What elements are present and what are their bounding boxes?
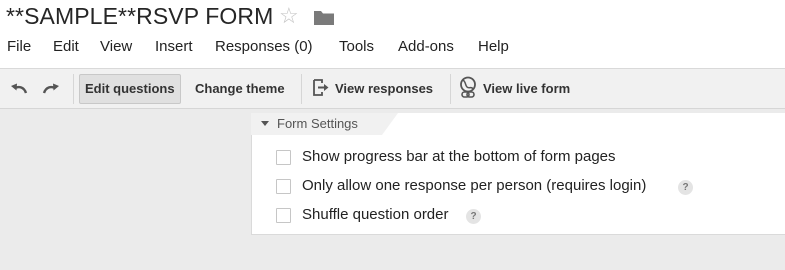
caret-down-icon: [261, 121, 269, 126]
one-response-checkbox[interactable]: [276, 179, 291, 194]
option-label: Only allow one response per person (requ…: [302, 177, 647, 194]
toolbar-separator: [450, 74, 451, 104]
globe-link-icon[interactable]: [458, 76, 480, 100]
menu-responses[interactable]: Responses (0): [215, 38, 313, 55]
redo-icon[interactable]: [41, 80, 61, 98]
change-theme-button[interactable]: Change theme: [195, 74, 285, 104]
toolbar-separator: [301, 74, 302, 104]
form-settings-tab-edge: [382, 113, 398, 135]
help-icon[interactable]: ?: [466, 209, 481, 224]
document-title[interactable]: **SAMPLE**RSVP FORM: [6, 3, 273, 30]
export-icon[interactable]: [311, 78, 331, 96]
toolbar: Edit questions Change theme View respons…: [0, 68, 785, 109]
menu-view[interactable]: View: [100, 38, 132, 55]
menu-insert[interactable]: Insert: [155, 38, 193, 55]
progress-bar-checkbox[interactable]: [276, 150, 291, 165]
menu-tools[interactable]: Tools: [339, 38, 374, 55]
menu-add-ons[interactable]: Add-ons: [398, 38, 454, 55]
view-responses-button[interactable]: View responses: [335, 74, 433, 104]
menu-edit[interactable]: Edit: [53, 38, 79, 55]
undo-icon[interactable]: [9, 80, 29, 98]
option-label: Shuffle question order: [302, 206, 449, 223]
menu-file[interactable]: File: [7, 38, 31, 55]
help-icon[interactable]: ?: [678, 180, 693, 195]
menu-help[interactable]: Help: [478, 38, 509, 55]
form-settings-toggle[interactable]: Form Settings: [251, 113, 382, 135]
option-label: Show progress bar at the bottom of form …: [302, 148, 616, 165]
toolbar-separator: [73, 74, 74, 104]
shuffle-checkbox[interactable]: [276, 208, 291, 223]
folder-icon[interactable]: [313, 8, 335, 26]
edit-questions-button[interactable]: Edit questions: [79, 74, 181, 104]
view-live-form-button[interactable]: View live form: [483, 74, 570, 104]
title-bar: **SAMPLE**RSVP FORM ☆ File Edit View Ins…: [0, 0, 785, 68]
star-icon[interactable]: ☆: [279, 4, 299, 28]
form-settings-header: Form Settings: [277, 116, 358, 131]
